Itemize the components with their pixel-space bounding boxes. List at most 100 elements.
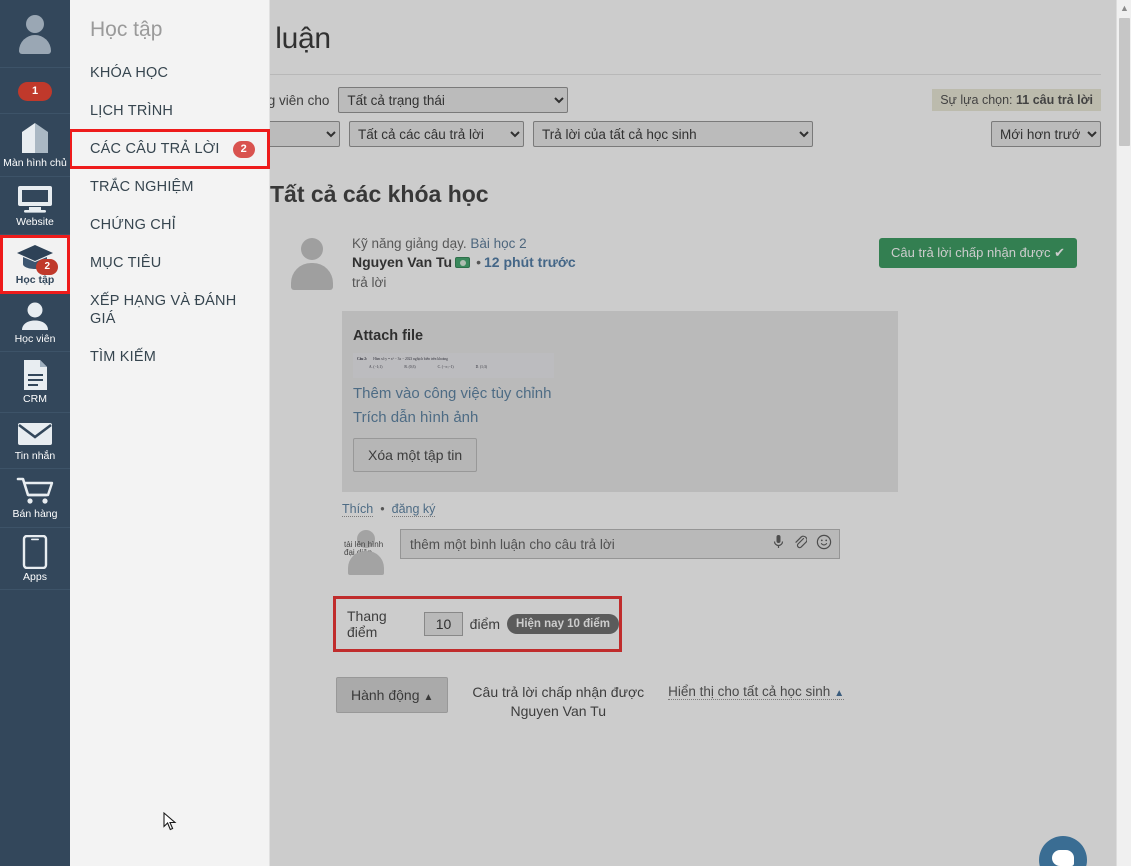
timestamp-link[interactable]: 12 phút trước — [484, 254, 576, 270]
like-row: Thích • đăng ký — [342, 502, 1101, 517]
menu-item-xep-hang-va-danh-gia[interactable]: XẾP HẠNG VÀ ĐÁNH GIÁ — [70, 282, 269, 338]
reply-label: trả lời — [352, 275, 387, 290]
user-avatar-icon — [15, 13, 55, 55]
menu-item-khoa-hoc[interactable]: KHÓA HỌC — [70, 54, 269, 92]
menu-title: Học tập — [90, 18, 163, 41]
menu-item-label: KHÓA HỌC — [90, 65, 169, 81]
rail-label: CRM — [23, 393, 47, 405]
scroll-up-arrow-icon[interactable]: ▲ — [1117, 0, 1131, 16]
rail-label: Bán hàng — [12, 508, 58, 520]
answers-filter-select[interactable]: Tất cả các câu trả lời — [349, 121, 524, 147]
action-button-label: Hành động — [351, 687, 420, 703]
menu-item-trac-nghiem[interactable]: TRẮC NGHIỆM — [70, 168, 269, 206]
rail-label: Học tập — [15, 274, 55, 286]
author-name: Nguyen Van Tu — [352, 254, 453, 270]
menu-item-lich-trinh[interactable]: LỊCH TRÌNH — [70, 92, 269, 130]
author-line: Nguyen Van Tu • 12 phút trước — [352, 254, 576, 270]
selection-prefix: Sự lựa chọn: — [940, 93, 1013, 107]
rail-item-hoc-tap[interactable]: 2 Học tập — [0, 235, 70, 294]
menu-item-label: MỤC TIÊU — [90, 255, 162, 271]
rail-label: Tin nhắn — [14, 449, 56, 462]
caret-up-icon: ▲ — [834, 688, 845, 699]
score-input[interactable]: 10 — [424, 612, 463, 636]
rail-item-apps[interactable]: Apps — [0, 528, 70, 590]
sort-select-wrapper: Mới hơn trước — [991, 121, 1101, 147]
rail-item-ban-hang[interactable]: Bán hàng — [0, 469, 70, 528]
rail-item-hoc-vien[interactable]: Học viên — [0, 294, 70, 352]
grading-panel: Thang điểm 10 điểm Hiện nay 10 điểm — [333, 596, 622, 652]
like-separator: • — [380, 502, 385, 516]
selection-count: 11 câu trả lời — [1016, 93, 1093, 107]
current-score-badge: Hiện nay 10 điểm — [507, 614, 619, 634]
accepted-by-text: Câu trả lời chấp nhận được Nguyen Van Tu — [472, 677, 644, 721]
like-link[interactable]: Thích — [342, 502, 374, 517]
rail-item-crm[interactable]: CRM — [0, 352, 70, 413]
answer-actions: Hành động ▲ Câu trả lời chấp nhận được Ng… — [336, 677, 1101, 721]
page-title: bình luận — [270, 22, 331, 55]
paperclip-icon[interactable] — [793, 534, 808, 555]
comment-composer: tải lên hình đại diện thêm một bình luận… — [342, 529, 1101, 577]
menu-item-cac-cau-tra-loi[interactable]: CÁC CÂU TRẢ LỜI 2 — [69, 129, 270, 169]
sort-select[interactable]: Mới hơn trước — [991, 121, 1101, 147]
rail-label: Màn hình chủ — [3, 157, 67, 169]
thumb-question-label: Câu 2: — [357, 357, 368, 361]
menu-item-muc-tieu[interactable]: MỤC TIÊU — [70, 244, 269, 282]
shopping-cart-icon — [16, 476, 54, 506]
status-filter-select[interactable]: Tất cả trạng thái — [338, 87, 569, 113]
mouse-cursor — [163, 811, 177, 837]
author-avatar — [284, 236, 340, 292]
emoji-icon[interactable] — [816, 534, 832, 555]
menu-item-label: CHỨNG CHỈ — [90, 217, 176, 233]
rail-label: Apps — [23, 570, 47, 583]
menu-item-label: LỊCH TRÌNH — [90, 103, 174, 119]
quote-image-link[interactable]: Trích dẫn hình ảnh — [353, 409, 880, 426]
notification-count: 1 — [17, 81, 53, 101]
selection-summary: Sự lựa chọn: 11 câu trả lời — [932, 89, 1101, 111]
rail-item-home[interactable]: Màn hình chủ — [0, 114, 70, 177]
menu-item-tim-kiem[interactable]: TÌM KIẾM — [70, 338, 269, 376]
scrollbar-thumb[interactable] — [1119, 18, 1130, 146]
current-user-avatar[interactable]: tải lên hình đại diện — [342, 529, 390, 577]
thumb-option: B. (0;3) — [404, 365, 416, 369]
comment-input[interactable]: thêm một bình luận cho câu trả lời — [400, 529, 840, 559]
delete-file-button[interactable]: Xóa một tập tin — [353, 438, 478, 472]
user-avatar[interactable] — [0, 0, 70, 68]
envelope-icon — [16, 420, 54, 448]
page-scrollbar[interactable]: ▲ — [1116, 0, 1131, 866]
course-filter-select[interactable] — [270, 121, 340, 147]
comment-placeholder: thêm một bình luận cho câu trả lời — [410, 536, 615, 552]
lesson-link[interactable]: Bài học 2 — [470, 236, 526, 251]
rail-badge: 2 — [36, 259, 58, 275]
rail-label: Website — [16, 215, 54, 228]
section-title: Tất cả các khóa học — [270, 181, 489, 207]
menu-item-badge: 2 — [232, 140, 255, 158]
notification-badge[interactable]: 1 — [0, 68, 70, 114]
rail-item-website[interactable]: Website — [0, 177, 70, 235]
home-icon — [16, 121, 54, 155]
visibility-label: Hiển thị cho tất cả học sinh — [668, 684, 831, 699]
microphone-icon[interactable] — [773, 534, 784, 555]
scale-label: Thang điểm — [347, 608, 387, 640]
thumb-option: C. (−∞;−1) — [437, 365, 454, 369]
rail-label: Học viên — [14, 332, 56, 345]
attachment-thumbnail[interactable]: Câu 2: Hàm số y = x³ − 3x − 2023 nghịch … — [353, 353, 554, 378]
menu-item-label: CÁC CÂU TRẢ LỜI — [90, 141, 220, 157]
menu-item-chung-chi[interactable]: CHỨNG CHỈ — [70, 206, 269, 244]
visibility-toggle[interactable]: Hiển thị cho tất cả học sinh ▲ — [668, 677, 845, 700]
caret-up-icon: ▲ — [423, 692, 434, 703]
accepted-answer-badge[interactable]: Câu trả lời chấp nhận được ✔ — [879, 238, 1077, 268]
attachment-box: Attach file Câu 2: Hàm số y = x³ − 3x − … — [342, 311, 898, 492]
subscribe-link[interactable]: đăng ký — [391, 502, 436, 517]
answer-card: Kỹ năng giảng dạy. Bài học 2 Nguyen Van … — [270, 208, 1101, 721]
action-button[interactable]: Hành động ▲ — [336, 677, 449, 713]
rail-item-tin-nhan[interactable]: Tin nhắn — [0, 413, 70, 469]
monitor-icon — [16, 184, 54, 214]
document-icon — [19, 359, 51, 391]
accepted-by-name: Nguyen Van Tu — [510, 703, 607, 719]
students-filter-select[interactable]: Trả lời của tất cả học sinh — [533, 121, 813, 147]
add-to-custom-task-link[interactable]: Thêm vào công việc tùy chỉnh — [353, 385, 880, 402]
meta-separator: • — [476, 254, 481, 270]
course-line: Kỹ năng giảng dạy. Bài học 2 — [352, 236, 576, 251]
attach-file-title: Attach file — [353, 328, 424, 344]
points-label: điểm — [469, 616, 501, 632]
